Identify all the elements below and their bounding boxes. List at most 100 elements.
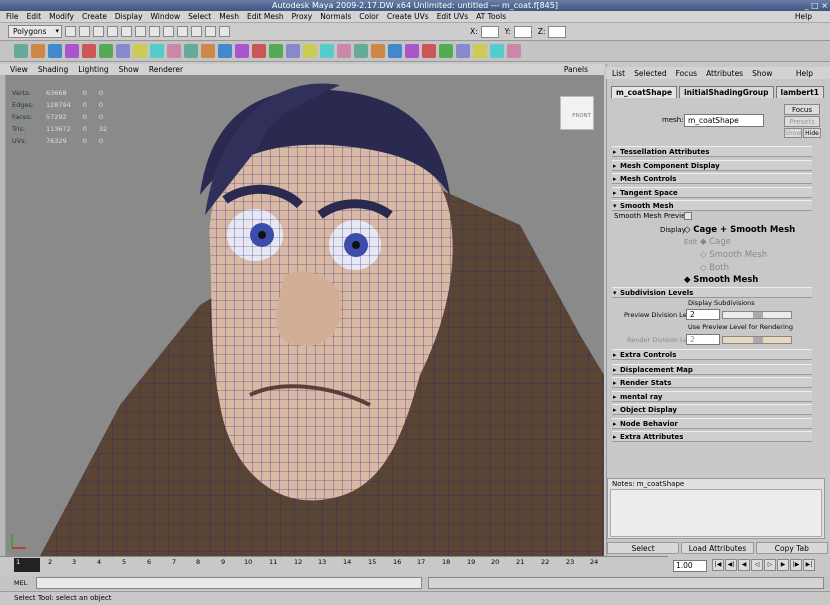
shelf-tool-icon[interactable]	[167, 44, 181, 58]
z-field[interactable]	[548, 25, 567, 38]
snap-curve-icon[interactable]	[163, 26, 174, 37]
panel-menu-renderer[interactable]: Renderer	[149, 65, 183, 74]
shelf-tool-icon[interactable]	[14, 44, 28, 58]
shelf-tool-icon[interactable]	[218, 44, 232, 58]
panel-menu-lighting[interactable]: Lighting	[78, 65, 108, 74]
shelf-tool-icon[interactable]	[235, 44, 249, 58]
go-to-end-icon[interactable]: ▶|	[803, 559, 815, 571]
step-back-icon[interactable]: ◀	[738, 559, 750, 571]
ipr-render-icon[interactable]	[205, 26, 216, 37]
use-preview-level-checkbox[interactable]: Use Preview Level for Rendering	[688, 323, 793, 331]
display-radio-smooth-mesh[interactable]: ◆ Smooth Mesh	[684, 275, 758, 285]
ae-menu-selected[interactable]: Selected	[634, 69, 667, 78]
shelf-tool-icon[interactable]	[371, 44, 385, 58]
display-radio-cage-smooth[interactable]: ◇ Cage + Smooth Mesh	[684, 225, 795, 235]
ae-menu-help[interactable]: Help	[796, 69, 813, 78]
select-object-icon[interactable]	[121, 26, 132, 37]
ae-menu-attributes[interactable]: Attributes	[706, 69, 743, 78]
shelf-tool-icon[interactable]	[320, 44, 334, 58]
menu-at-tools[interactable]: AT Tools	[476, 12, 506, 21]
notes-textarea[interactable]	[610, 489, 822, 537]
menu-edit-uvs[interactable]: Edit UVs	[437, 12, 468, 21]
section-mesh-controls[interactable]: Mesh Controls	[612, 173, 812, 184]
open-scene-icon[interactable]	[79, 26, 90, 37]
menu-edit[interactable]: Edit	[27, 12, 42, 21]
copy-tab-button[interactable]: Copy Tab	[755, 542, 828, 554]
shelf-tool-icon[interactable]	[31, 44, 45, 58]
window-controls[interactable]: _ □ ×	[805, 0, 828, 11]
section-extra-controls[interactable]: Extra Controls	[612, 349, 812, 360]
shelf-tool-icon[interactable]	[269, 44, 283, 58]
shelf-tool-icon[interactable]	[116, 44, 130, 58]
shelf-tool-icon[interactable]	[456, 44, 470, 58]
panel-menu-view[interactable]: View	[10, 65, 28, 74]
mesh-name-field[interactable]: m_coatShape	[684, 114, 764, 127]
ae-menu-focus[interactable]: Focus	[676, 69, 697, 78]
render-icon[interactable]	[191, 26, 202, 37]
section-mesh-component-display[interactable]: Mesh Component Display	[612, 160, 812, 171]
play-forward-icon[interactable]: ▷	[764, 559, 776, 571]
tab-initialshadinggroup[interactable]: initialShadingGroup	[679, 86, 774, 98]
shelf-tool-icon[interactable]	[337, 44, 351, 58]
tab-lambert1[interactable]: lambert1	[775, 86, 824, 98]
menu-color[interactable]: Color	[359, 12, 379, 21]
snap-point-icon[interactable]	[177, 26, 188, 37]
shelf-tool-icon[interactable]	[252, 44, 266, 58]
go-to-start-icon[interactable]: |◀	[712, 559, 724, 571]
menu-edit-mesh[interactable]: Edit Mesh	[247, 12, 284, 21]
shelf-tool-icon[interactable]	[388, 44, 402, 58]
section-tangent-space[interactable]: Tangent Space	[612, 187, 812, 198]
shelf-tool-icon[interactable]	[286, 44, 300, 58]
shelf-tool-icon[interactable]	[201, 44, 215, 58]
y-field[interactable]	[513, 25, 532, 38]
menu-create[interactable]: Create	[82, 12, 107, 21]
shelf-tool-icon[interactable]	[99, 44, 113, 58]
step-forward-key-icon[interactable]: |▶	[790, 559, 802, 571]
menu-help[interactable]: Help	[795, 12, 812, 21]
menu-display[interactable]: Display	[115, 12, 143, 21]
shelf-tool-icon[interactable]	[184, 44, 198, 58]
save-scene-icon[interactable]	[93, 26, 104, 37]
snap-grid-icon[interactable]	[149, 26, 160, 37]
section-node-behavior[interactable]: Node Behavior	[612, 418, 812, 429]
shelf-tool-icon[interactable]	[422, 44, 436, 58]
menu-normals[interactable]: Normals	[320, 12, 351, 21]
load-attributes-button[interactable]: Load Attributes	[681, 542, 754, 554]
viewcube[interactable]: FRONT	[560, 96, 594, 130]
menu-select[interactable]: Select	[188, 12, 211, 21]
shelf-tool-icon[interactable]	[473, 44, 487, 58]
ae-menu-list[interactable]: List	[612, 69, 625, 78]
select-component-icon[interactable]	[135, 26, 146, 37]
panel-menu-show[interactable]: Show	[119, 65, 139, 74]
step-back-key-icon[interactable]: ◀|	[725, 559, 737, 571]
section-extra-attributes[interactable]: Extra Attributes	[612, 431, 812, 442]
smooth-mesh-preview-checkbox[interactable]	[684, 212, 692, 220]
section-subdivision-levels[interactable]: Subdivision Levels	[612, 287, 812, 298]
section-render-stats[interactable]: Render Stats	[612, 377, 812, 388]
section-object-display[interactable]: Object Display	[612, 404, 812, 415]
shelf-tool-icon[interactable]	[82, 44, 96, 58]
hide-button[interactable]: Hide	[803, 128, 821, 138]
shelf-tool-icon[interactable]	[65, 44, 79, 58]
shelf-tool-icon[interactable]	[133, 44, 147, 58]
render-division-slider[interactable]	[722, 336, 792, 344]
menu-window[interactable]: Window	[151, 12, 181, 21]
display-subdivisions-checkbox[interactable]: Display Subdivisions	[688, 299, 755, 307]
focus-button[interactable]: Focus	[784, 104, 820, 115]
edit-option-both[interactable]: ◇ Both	[700, 263, 729, 273]
edit-option-cage[interactable]: ◆ Cage	[700, 237, 731, 247]
shelf-tool-icon[interactable]	[150, 44, 164, 58]
new-scene-icon[interactable]	[65, 26, 76, 37]
play-back-icon[interactable]: ◁	[751, 559, 763, 571]
section-displacement-map[interactable]: Displacement Map	[612, 364, 812, 375]
command-line-input[interactable]	[36, 577, 422, 589]
section-mental-ray[interactable]: mental ray	[612, 391, 812, 402]
select-button[interactable]: Select	[607, 542, 680, 554]
render-division-field[interactable]: 2	[686, 334, 720, 345]
shelf-tool-icon[interactable]	[490, 44, 504, 58]
render-settings-icon[interactable]	[219, 26, 230, 37]
ae-menu-show[interactable]: Show	[752, 69, 772, 78]
preview-division-slider[interactable]	[722, 311, 792, 319]
shelf-tool-icon[interactable]	[439, 44, 453, 58]
show-button[interactable]: Show	[784, 128, 802, 138]
